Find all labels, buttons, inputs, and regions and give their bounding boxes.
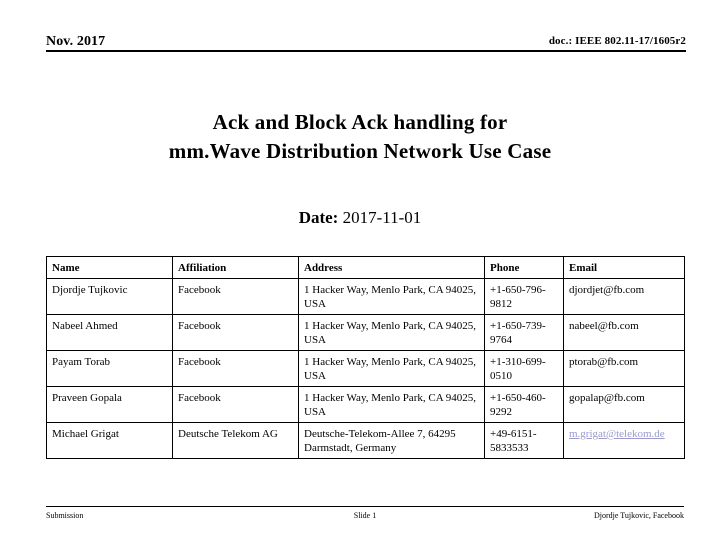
table-row: Michael Grigat Deutsche Telekom AG Deuts…: [46, 422, 685, 459]
presentation-date: Date: 2017-11-01: [60, 206, 660, 230]
table-row: Praveen Gopala Facebook 1 Hacker Way, Me…: [46, 386, 685, 423]
footer-author-affiliation: Djordje Tujkovic, Facebook: [593, 511, 684, 520]
column-header-email: Email: [563, 256, 685, 279]
column-header-affiliation: Affiliation: [172, 256, 299, 279]
authors-table: Name Affiliation Address Phone Email Djo…: [46, 256, 685, 459]
presentation-date-value: 2017-11-01: [342, 208, 422, 227]
table-header-row: Name Affiliation Address Phone Email: [46, 256, 685, 279]
cell-affiliation: Facebook: [172, 386, 299, 423]
slide-title-line-1: Ack and Block Ack handling for: [212, 110, 508, 134]
presentation-date-label: Date:: [298, 208, 339, 227]
cell-phone: +49-6151-5833533: [484, 422, 564, 459]
cell-address: 1 Hacker Way, Menlo Park, CA 94025, USA: [298, 350, 485, 387]
table-row: Payam Torab Facebook 1 Hacker Way, Menlo…: [46, 350, 685, 387]
slide-title-line-2: mm.Wave Distribution Network Use Case: [168, 139, 552, 163]
cell-name: Nabeel Ahmed: [46, 314, 173, 351]
cell-email: gopalap@fb.com: [563, 386, 685, 423]
slide-title: Ack and Block Ack handling for mm.Wave D…: [60, 108, 660, 166]
header-date: Nov. 2017: [46, 34, 106, 49]
cell-address: Deutsche-Telekom-Allee 7, 64295 Darmstad…: [298, 422, 485, 459]
cell-affiliation: Deutsche Telekom AG: [172, 422, 299, 459]
cell-affiliation: Facebook: [172, 314, 299, 351]
cell-name: Payam Torab: [46, 350, 173, 387]
cell-affiliation: Facebook: [172, 278, 299, 315]
cell-phone: +1-650-460-9292: [484, 386, 564, 423]
column-header-address: Address: [298, 256, 485, 279]
slide-header: Nov. 2017 doc.: IEEE 802.11-17/1605r2: [46, 28, 686, 52]
footer-submission-text: Submission: [46, 511, 84, 520]
header-document-id: doc.: IEEE 802.11-17/1605r2: [548, 35, 686, 47]
table-row: Djordje Tujkovic Facebook 1 Hacker Way, …: [46, 278, 685, 315]
footer-slide-number: Slide 1: [353, 511, 377, 520]
cell-email: nabeel@fb.com: [563, 314, 685, 351]
cell-name: Michael Grigat: [46, 422, 173, 459]
column-header-phone: Phone: [484, 256, 564, 279]
authors-table-body: Djordje Tujkovic Facebook 1 Hacker Way, …: [46, 278, 685, 459]
cell-name: Djordje Tujkovic: [46, 278, 173, 315]
email-hyperlink[interactable]: m.grigat@telekom.de: [569, 428, 665, 440]
footer-submission-label: Submission: [46, 510, 257, 521]
slide-footer: Submission Slide 1 Djordje Tujkovic, Fac…: [46, 506, 684, 521]
cell-address: 1 Hacker Way, Menlo Park, CA 94025, USA: [298, 386, 485, 423]
cell-email: m.grigat@telekom.de: [563, 422, 685, 459]
cell-address: 1 Hacker Way, Menlo Park, CA 94025, USA: [298, 314, 485, 351]
table-row: Nabeel Ahmed Facebook 1 Hacker Way, Menl…: [46, 314, 685, 351]
cell-phone: +1-310-699-0510: [484, 350, 564, 387]
column-header-name: Name: [46, 256, 173, 279]
cell-name: Praveen Gopala: [46, 386, 173, 423]
cell-address: 1 Hacker Way, Menlo Park, CA 94025, USA: [298, 278, 485, 315]
cell-email: djordjet@fb.com: [563, 278, 685, 315]
cell-affiliation: Facebook: [172, 350, 299, 387]
cell-email: ptorab@fb.com: [563, 350, 685, 387]
presentation-slide: Nov. 2017 doc.: IEEE 802.11-17/1605r2 Ac…: [0, 0, 720, 540]
cell-phone: +1-650-796-9812: [484, 278, 564, 315]
cell-phone: +1-650-739-9764: [484, 314, 564, 351]
